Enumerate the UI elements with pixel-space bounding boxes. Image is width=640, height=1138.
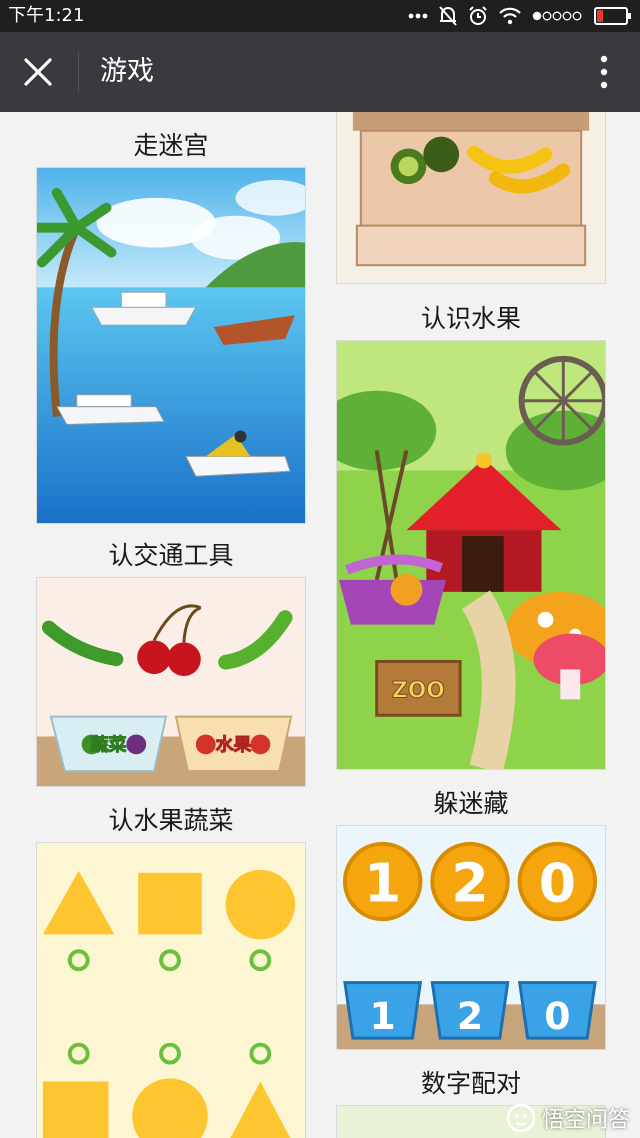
more-vertical-icon: [600, 55, 608, 89]
watermark: 悟空问答: [506, 1102, 630, 1134]
cup-number-2: 2: [457, 994, 483, 1038]
nav-bar: 游戏: [0, 32, 640, 112]
status-time: 下午1:21: [8, 5, 85, 26]
fruit-drawer-illustration: [337, 112, 605, 283]
status-icons: [408, 4, 632, 28]
game-label-numbers: 数字配对: [420, 1069, 521, 1098]
park-tent-illustration: ZOO: [337, 341, 605, 769]
alarm-icon: [469, 6, 487, 25]
game-label-maze: 走迷宫: [133, 131, 209, 160]
mute-bell-icon: [439, 6, 457, 26]
status-bar: 下午1:21: [0, 0, 640, 32]
watermark-text: 悟空问答: [541, 1108, 630, 1133]
bowl-label-veg: 蔬菜: [91, 734, 127, 755]
game-label-hide-seek: 躲迷藏: [433, 789, 509, 818]
wifi-icon: [499, 7, 521, 25]
close-icon: [24, 58, 52, 86]
fruit-veg-bowls-illustration: 蔬菜 水果: [37, 578, 305, 786]
game-card-fruits[interactable]: ZOO: [336, 340, 606, 770]
wukong-logo-icon: [506, 1103, 536, 1133]
game-list[interactable]: 走迷宫 认交通工具 蔬菜 水果 认水果蔬菜 认识水果 ZOO 躲迷藏 1 2 0…: [0, 112, 640, 1138]
sea-boats-illustration: [37, 168, 305, 523]
cup-number-3: 0: [544, 994, 570, 1038]
coin-number-3: 0: [539, 851, 576, 914]
cup-number-1: 1: [370, 994, 396, 1038]
more-menu-button[interactable]: [596, 54, 612, 90]
signal-icon: [532, 11, 582, 21]
game-label-fruit-veg: 认水果蔬菜: [108, 806, 234, 835]
game-card-hide-seek[interactable]: 1 2 0 1 2 0: [336, 825, 606, 1050]
battery-low-icon: [594, 7, 631, 25]
nav-divider: [78, 52, 79, 92]
more-dots-icon: [408, 13, 428, 19]
number-match-illustration: 1 2 0 1 2 0: [337, 826, 605, 1049]
coin-number-2: 2: [451, 851, 488, 914]
game-label-transport: 认交通工具: [108, 541, 234, 570]
close-button[interactable]: [18, 52, 58, 92]
game-card-maze[interactable]: [36, 167, 306, 524]
bowl-label-fruit: 水果: [216, 733, 252, 755]
coin-number-1: 1: [364, 851, 401, 914]
game-label-fruits: 认识水果: [420, 304, 521, 333]
game-card-shapes[interactable]: [36, 842, 306, 1138]
zoo-sign: ZOO: [392, 678, 445, 703]
game-card-transport[interactable]: 蔬菜 水果: [36, 577, 306, 787]
shapes-illustration: [37, 843, 305, 1138]
game-card-fruit-drawer[interactable]: [336, 112, 606, 284]
page-title: 游戏: [100, 56, 154, 87]
